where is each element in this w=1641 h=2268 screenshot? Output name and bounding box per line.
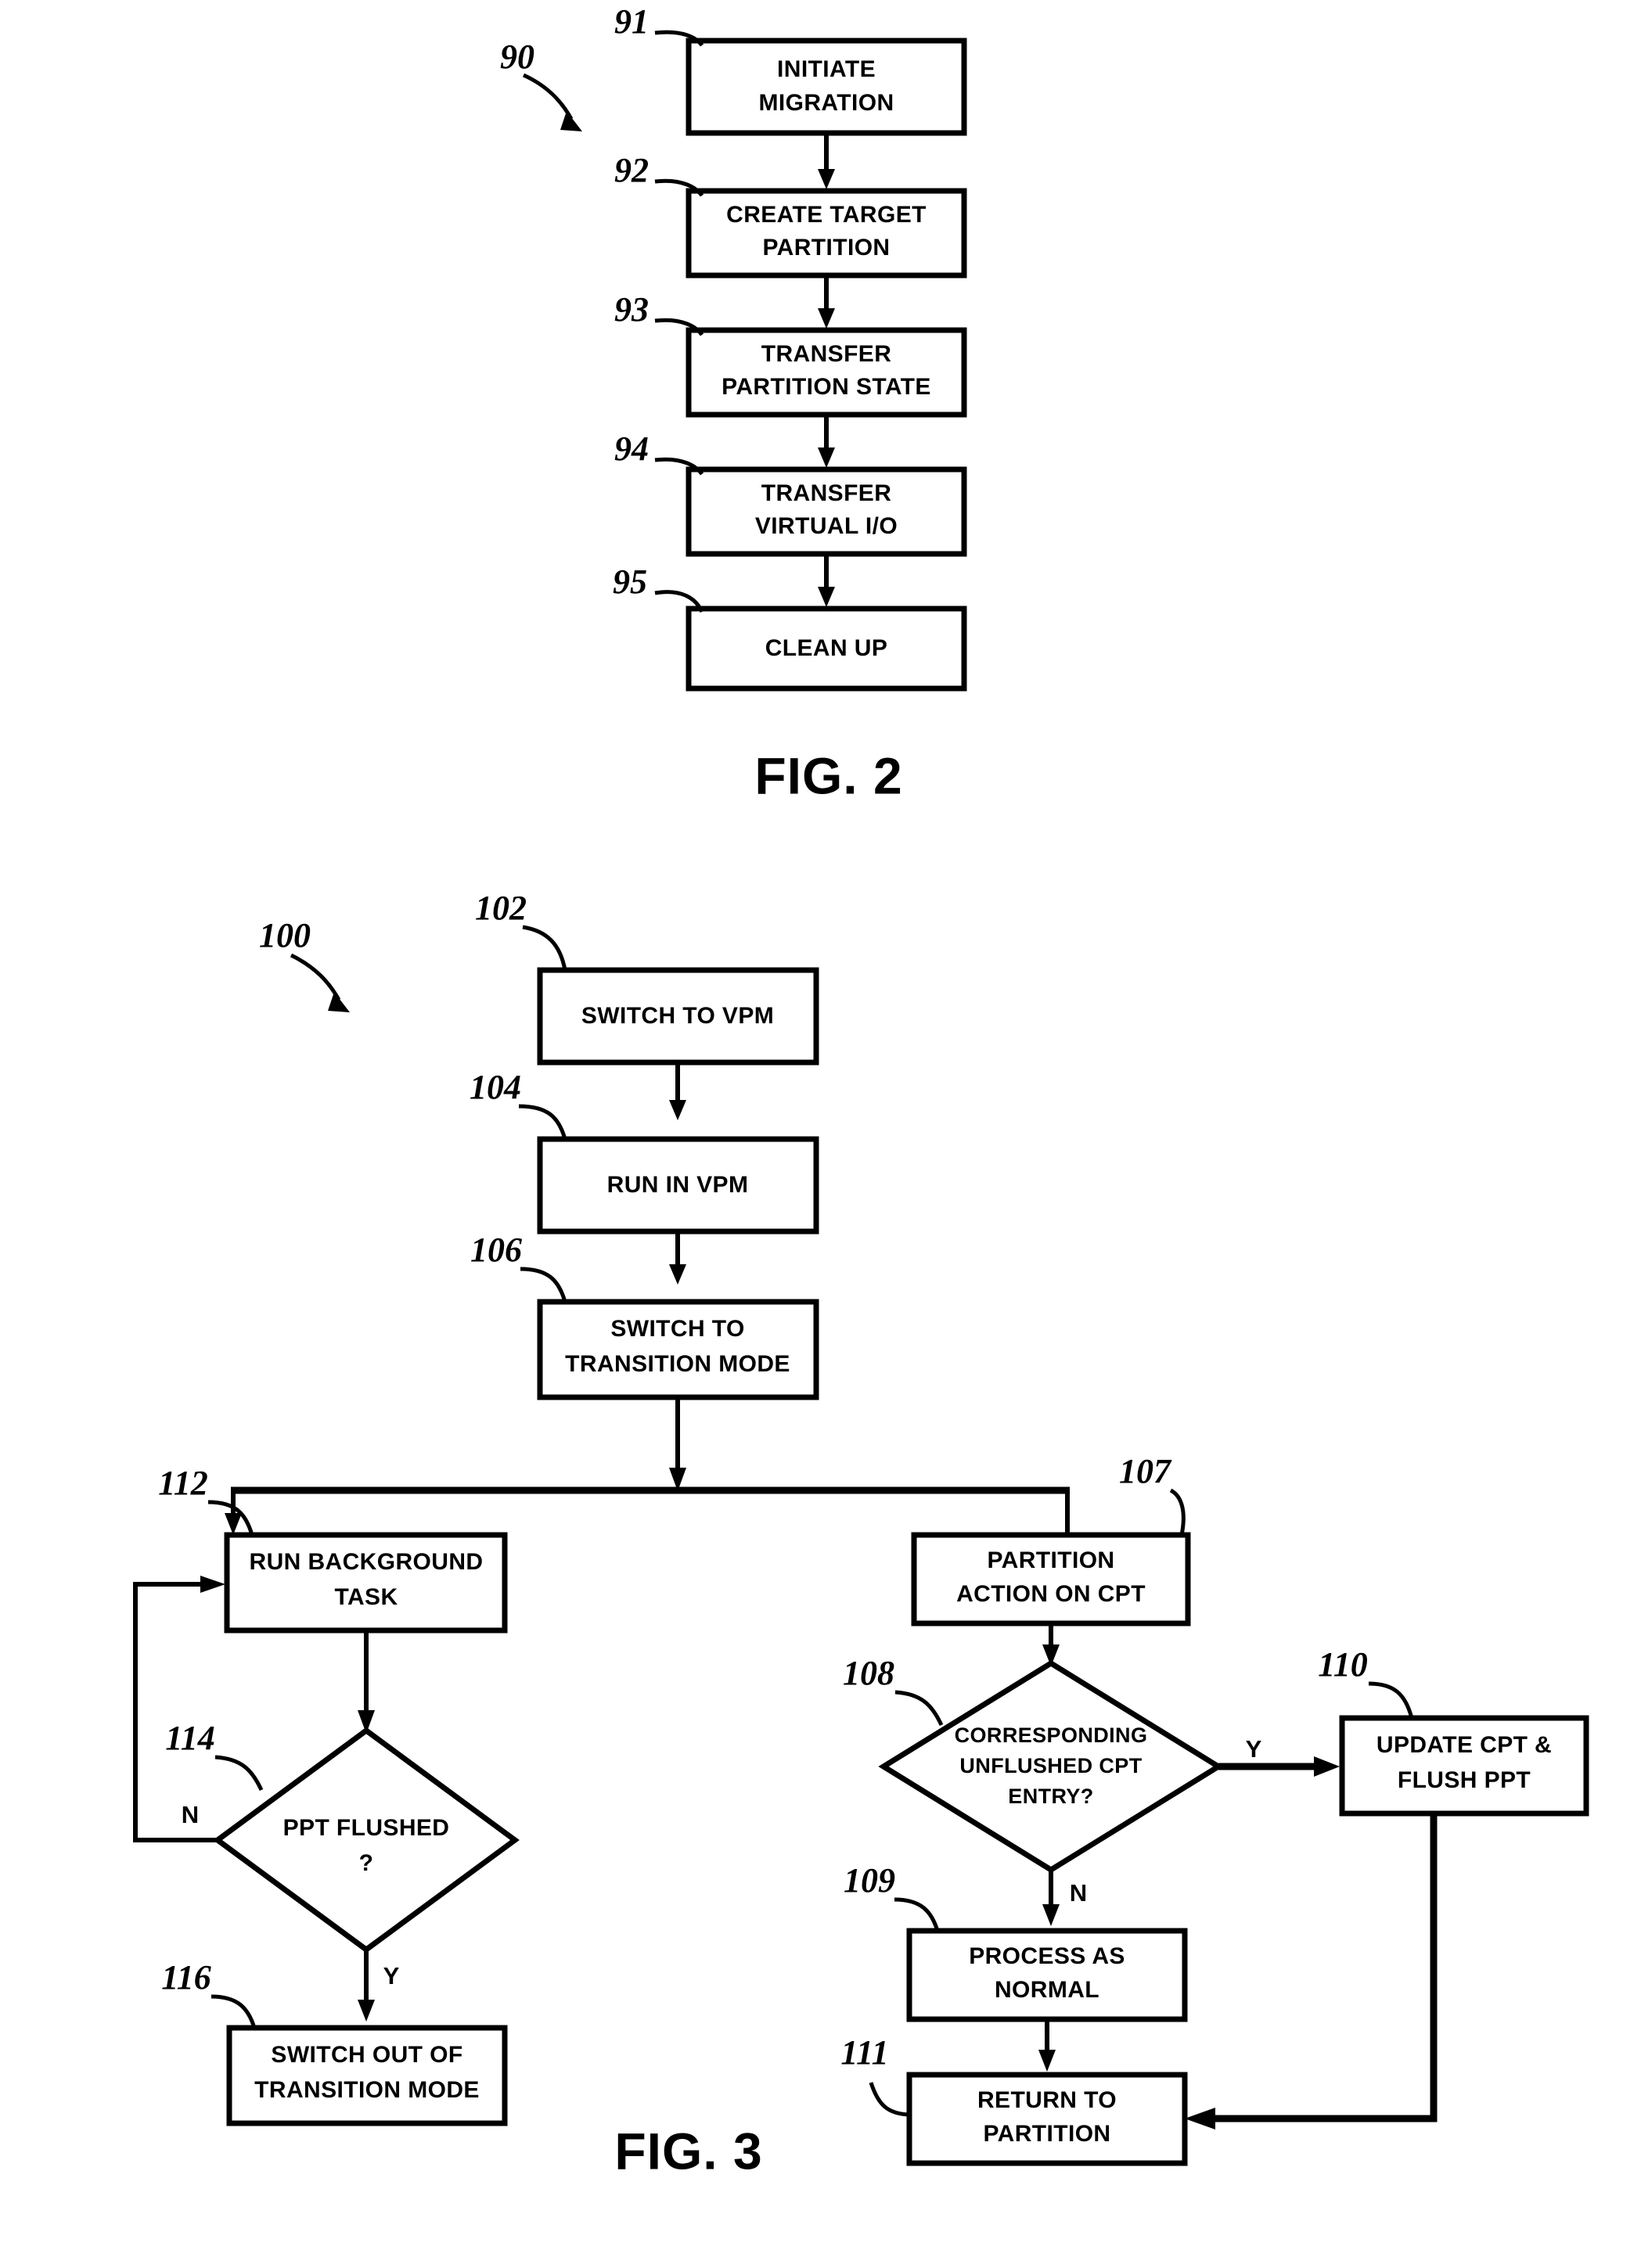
ref-number-100: 100 (259, 916, 311, 954)
ref-number-116: 116 (161, 1958, 211, 1997)
connector-104-106-arrow (669, 1264, 686, 1285)
patent-figure-sheet: 90 INITIATE MIGRATION 91 CREATE TARGET P… (0, 0, 1641, 2268)
ref-number-95: 95 (613, 563, 647, 601)
node-112-label-line2: TASK (334, 1584, 398, 1610)
connector-102-104-arrow (669, 1100, 686, 1120)
node-110-label-line1: UPDATE CPT & (1376, 1732, 1552, 1758)
ref-number-104: 104 (470, 1068, 521, 1106)
branch-label-114-no: N (182, 1801, 199, 1828)
leader-line-114 (214, 1755, 264, 1792)
node-94-label-line1: TRANSFER (761, 480, 892, 506)
node-104-label-line1: RUN IN VPM (607, 1172, 749, 1198)
leader-line-116 (211, 1994, 257, 2029)
ref-number-93: 93 (614, 290, 649, 329)
branch-label-114-yes: Y (383, 1962, 400, 1989)
leader-line-104 (518, 1104, 567, 1140)
node-106-label-line2: TRANSITION MODE (565, 1351, 790, 1377)
node-116-label-line1: SWITCH OUT OF (271, 2042, 462, 2068)
leader-line-107 (1169, 1488, 1186, 1536)
connector-91-92-arrow (818, 169, 835, 189)
leader-line-109 (894, 1897, 940, 1932)
feedback-loop-110-to-111-arrow (1185, 2108, 1215, 2130)
node-116-label-line2: TRANSITION MODE (254, 2077, 480, 2103)
leader-arrow-90 (560, 111, 582, 131)
ref-number-108: 108 (843, 1654, 894, 1692)
ref-number-111: 111 (840, 2033, 888, 2072)
ref-number-94: 94 (614, 430, 649, 468)
node-91-label-line2: MIGRATION (758, 90, 894, 116)
ref-number-107: 107 (1119, 1452, 1172, 1490)
branch-label-108-no: N (1070, 1879, 1087, 1907)
ref-number-106: 106 (470, 1231, 522, 1269)
leader-line-111 (869, 2082, 910, 2117)
feedback-loop-114-to-112-arrow (200, 1576, 225, 1593)
node-108-label-line2: UNFLUSHED CPT (959, 1754, 1142, 1777)
connector-94-95-arrow (818, 587, 835, 607)
node-110-label-line2: FLUSH PPT (1398, 1767, 1531, 1793)
node-95-label-line1: CLEAN UP (765, 635, 888, 661)
node-111-label-line1: RETURN TO (977, 2087, 1117, 2113)
node-112-label-line1: RUN BACKGROUND (250, 1549, 484, 1575)
leader-line-108 (894, 1690, 944, 1727)
node-106-label-line1: SWITCH TO (610, 1316, 744, 1342)
figure-2-group: 90 INITIATE MIGRATION 91 CREATE TARGET P… (500, 2, 967, 804)
node-92-label-line2: PARTITION (762, 235, 890, 261)
leader-line-110 (1368, 1681, 1414, 1719)
node-box-91[interactable] (686, 38, 967, 136)
ref-number-114: 114 (165, 1719, 215, 1757)
branch-label-108-yes: Y (1246, 1735, 1262, 1763)
ref-number-109: 109 (844, 1861, 895, 1900)
figure-3-group: 100 SWITCH TO VPM 102 RUN IN VPM 104 SWI… (133, 889, 1589, 2180)
connector-split-left-arrow (225, 1513, 242, 1535)
figure-3-caption: FIG. 3 (614, 2122, 762, 2180)
leader-line-102 (522, 925, 567, 971)
node-114-label-line2: ? (359, 1850, 374, 1876)
connector-114-116-arrow (358, 2000, 375, 2022)
ref-number-102: 102 (475, 889, 527, 927)
connector-109-111-arrow (1038, 2050, 1056, 2072)
leader-arrow-100 (328, 992, 350, 1012)
ref-number-91: 91 (614, 2, 649, 41)
leader-line-100 (290, 953, 341, 1001)
leader-line-106 (520, 1267, 567, 1303)
node-91-label-line1: INITIATE (777, 56, 876, 82)
node-93-label-line1: TRANSFER (761, 341, 892, 367)
ref-number-110: 110 (1318, 1645, 1368, 1684)
node-114-label-line1: PPT FLUSHED (283, 1815, 450, 1841)
feedback-loop-110-to-111 (1211, 1813, 1438, 2122)
node-107-label-line2: ACTION ON CPT (956, 1581, 1146, 1607)
ref-number-90: 90 (500, 38, 534, 76)
connector-108-109-arrow (1042, 1904, 1060, 1926)
ref-number-112: 112 (158, 1464, 208, 1502)
node-109-label-line1: PROCESS AS (969, 1943, 1125, 1969)
node-111-label-line2: PARTITION (983, 2121, 1110, 2147)
leader-line-90 (522, 73, 574, 120)
flowchart-canvas: 90 INITIATE MIGRATION 91 CREATE TARGET P… (133, 2, 1589, 2180)
connector-108-110-arrow (1314, 1756, 1340, 1777)
connector-93-94-arrow (818, 447, 835, 468)
node-108-label-line1: CORRESPONDING (955, 1723, 1148, 1747)
node-108-label-line3: ENTRY? (1008, 1785, 1093, 1808)
figure-2-caption: FIG. 2 (754, 746, 902, 804)
node-102-label-line1: SWITCH TO VPM (581, 1003, 774, 1029)
node-107-label-line1: PARTITION (987, 1547, 1114, 1573)
ref-number-92: 92 (614, 151, 649, 189)
node-92-label-line1: CREATE TARGET (726, 202, 927, 228)
node-109-label-line2: NORMAL (995, 1977, 1099, 2003)
node-93-label-line2: PARTITION STATE (722, 374, 931, 400)
feedback-loop-114-to-112 (133, 1582, 218, 1842)
connector-92-93-arrow (818, 308, 835, 329)
node-94-label-line2: VIRTUAL I/O (755, 513, 898, 539)
